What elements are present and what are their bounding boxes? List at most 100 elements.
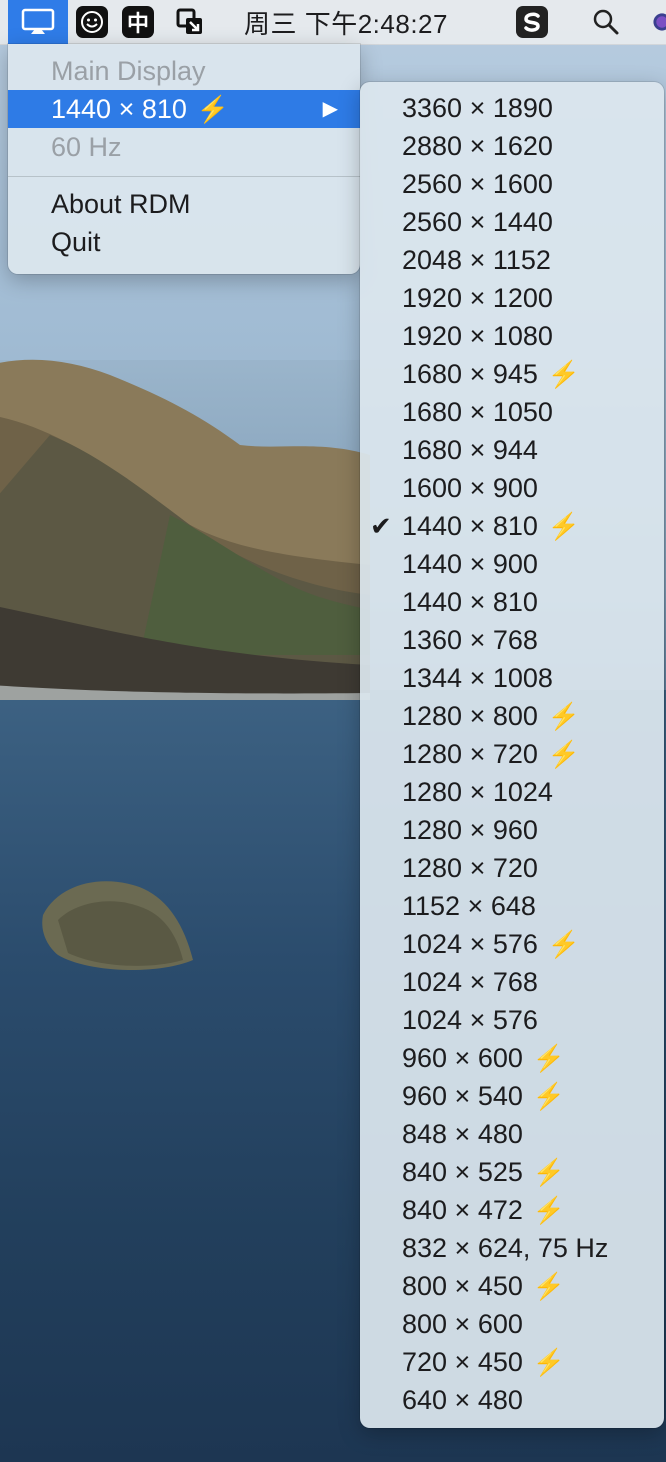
resolution-option[interactable]: 1280 × 720	[360, 849, 664, 887]
resolution-option[interactable]: 3360 × 1890	[360, 89, 664, 127]
resolution-option[interactable]: 1680 × 945 ⚡	[360, 355, 664, 393]
menu-header-main-display: Main Display	[51, 56, 206, 86]
resolution-option-label: 1024 × 576	[402, 929, 538, 959]
resolution-option-label: 1152 × 648	[402, 891, 536, 921]
resolution-option-label: 1680 × 1050	[402, 397, 553, 427]
submenu-arrow-icon: ▶	[322, 98, 338, 120]
resolution-option[interactable]: 1600 × 900	[360, 469, 664, 507]
rdm-menu-extra[interactable]	[8, 0, 68, 44]
resolution-option-label: 840 × 525	[402, 1157, 523, 1187]
resolution-option-label: 1280 × 1024	[402, 777, 553, 807]
chinese-input-icon: 中	[122, 6, 154, 38]
resolution-option[interactable]: 1680 × 1050	[360, 393, 664, 431]
resolution-option[interactable]: 2880 × 1620	[360, 127, 664, 165]
resolution-option-label: 2560 × 1600	[402, 169, 553, 199]
checkmark-icon: ✔	[370, 511, 392, 541]
siri-button[interactable]	[652, 0, 666, 44]
resolution-option[interactable]: 720 × 450 ⚡	[360, 1343, 664, 1381]
resolution-option-label: 1360 × 768	[402, 625, 538, 655]
wallpaper-cliff	[0, 359, 370, 700]
resolution-option[interactable]: 840 × 525 ⚡	[360, 1153, 664, 1191]
resolution-option[interactable]: 1440 × 810	[360, 583, 664, 621]
menu-item-quit[interactable]: Quit	[8, 223, 360, 261]
resolution-option[interactable]: 800 × 450 ⚡	[360, 1267, 664, 1305]
lightning-icon: ⚡	[532, 1347, 566, 1377]
resolution-option[interactable]: 1920 × 1200	[360, 279, 664, 317]
lightning-icon: ⚡	[532, 1081, 566, 1111]
resolution-option[interactable]: 1360 × 768	[360, 621, 664, 659]
s-app-icon	[516, 6, 548, 38]
resolution-option-label: 1680 × 945	[402, 359, 538, 389]
resolution-option-label: 832 × 624, 75 Hz	[402, 1233, 609, 1263]
resolution-option[interactable]: 1440 × 900	[360, 545, 664, 583]
resolution-option-label: 1024 × 768	[402, 967, 538, 997]
resolution-option[interactable]: 848 × 480	[360, 1115, 664, 1153]
window-switch-button[interactable]	[174, 0, 206, 44]
lightning-icon: ⚡	[547, 739, 581, 769]
lightning-icon: ⚡	[547, 359, 581, 389]
resolution-option-label: 1680 × 944	[402, 435, 538, 465]
input-method-button[interactable]: 中	[122, 0, 154, 44]
resolution-option[interactable]: 1024 × 576 ⚡	[360, 925, 664, 963]
resolution-option[interactable]: 1920 × 1080	[360, 317, 664, 355]
resolution-option-label: 1280 × 800	[402, 701, 538, 731]
resolution-option-label: 960 × 600	[402, 1043, 523, 1073]
resolution-option[interactable]: 1024 × 768	[360, 963, 664, 1001]
resolution-option[interactable]: ✔ 1440 × 810 ⚡	[360, 507, 664, 545]
resolution-option[interactable]: 1280 × 1024	[360, 773, 664, 811]
resolution-option-label: 1344 × 1008	[402, 663, 553, 693]
resolution-option-label: 1440 × 900	[402, 549, 538, 579]
smile-app-button[interactable]	[76, 0, 108, 44]
resolution-option[interactable]: 1280 × 720 ⚡	[360, 735, 664, 773]
rdm-display-icon	[21, 8, 55, 34]
resolution-option-label: 800 × 450	[402, 1271, 523, 1301]
resolution-submenu: 3360 × 1890 2880 × 1620 2560 × 1600 2560 × …	[360, 82, 664, 1428]
resolution-option-label: 3360 × 1890	[402, 93, 553, 123]
lightning-icon: ⚡	[547, 701, 581, 731]
resolution-option[interactable]: 840 × 472 ⚡	[360, 1191, 664, 1229]
resolution-option-label: 1280 × 720	[402, 853, 538, 883]
resolution-option[interactable]: 960 × 540 ⚡	[360, 1077, 664, 1115]
resolution-option-label: 848 × 480	[402, 1119, 523, 1149]
resolution-option-label: 960 × 540	[402, 1081, 523, 1111]
resolution-option-label: 840 × 472	[402, 1195, 523, 1225]
resolution-option-label: 1280 × 720	[402, 739, 538, 769]
resolution-option[interactable]: 1024 × 576	[360, 1001, 664, 1039]
lightning-icon: ⚡	[532, 1271, 566, 1301]
resolution-option[interactable]: 800 × 600	[360, 1305, 664, 1343]
rdm-main-menu: Main Display 1440 × 810 ⚡ ▶ 60 Hz About R…	[8, 44, 360, 274]
resolution-option[interactable]: 640 × 480	[360, 1381, 664, 1419]
resolution-option[interactable]: 832 × 624, 75 Hz	[360, 1229, 664, 1267]
resolution-option[interactable]: 2048 × 1152	[360, 241, 664, 279]
menu-item-about[interactable]: About RDM	[8, 185, 360, 223]
resolution-option[interactable]: 1280 × 960	[360, 811, 664, 849]
menu-item-resolution[interactable]: 1440 × 810 ⚡ ▶	[8, 90, 360, 128]
resolution-option[interactable]: 1280 × 800 ⚡	[360, 697, 664, 735]
spotlight-button[interactable]	[590, 0, 622, 44]
resolution-option[interactable]: 1152 × 648	[360, 887, 664, 925]
resolution-option[interactable]: 2560 × 1600	[360, 165, 664, 203]
menu-item-refresh-rate: 60 Hz	[51, 132, 122, 162]
resolution-option[interactable]: 960 × 600 ⚡	[360, 1039, 664, 1077]
menu-separator	[8, 176, 360, 177]
s-app-button[interactable]	[516, 0, 548, 44]
resolution-option-label: 1600 × 900	[402, 473, 538, 503]
menubar-clock[interactable]: 周三 下午2:48:27	[244, 0, 448, 44]
resolution-option-label: 1280 × 960	[402, 815, 538, 845]
resolution-option-label: 2048 × 1152	[402, 245, 551, 275]
search-icon	[593, 9, 619, 35]
resolution-option[interactable]: 2560 × 1440	[360, 203, 664, 241]
smile-face-icon	[76, 6, 108, 38]
resolution-option-label: 1440 × 810	[402, 587, 538, 617]
resolution-label: 1440 × 810	[51, 94, 187, 124]
lightning-icon: ⚡	[547, 929, 581, 959]
resolution-option-label: 1920 × 1200	[402, 283, 553, 313]
lightning-icon: ⚡	[547, 511, 581, 541]
resolution-option[interactable]: 1680 × 944	[360, 431, 664, 469]
lightning-icon: ⚡	[532, 1195, 566, 1225]
resolution-option-label: 1920 × 1080	[402, 321, 553, 351]
resolution-option-label: 640 × 480	[402, 1385, 523, 1415]
resolution-option[interactable]: 1344 × 1008	[360, 659, 664, 697]
lightning-icon: ⚡	[532, 1157, 566, 1187]
color-wheel-icon	[653, 13, 666, 31]
